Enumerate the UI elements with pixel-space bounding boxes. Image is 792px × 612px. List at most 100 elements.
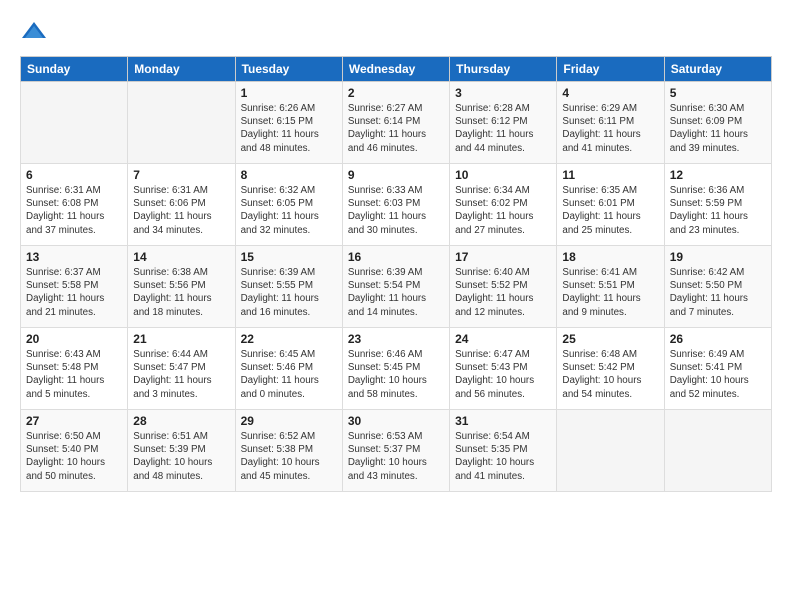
day-number: 6 <box>26 168 122 182</box>
day-number: 3 <box>455 86 551 100</box>
calendar-day-header: Tuesday <box>235 57 342 82</box>
calendar-cell: 21 Sunrise: 6:44 AM Sunset: 5:47 PM Dayli… <box>128 328 235 410</box>
calendar-cell: 13Sunrise: 6:37 AM Sunset: 5:58 PM Dayli… <box>21 246 128 328</box>
calendar-day-header: Thursday <box>450 57 557 82</box>
day-info: Sunrise: 6:43 AM Sunset: 5:48 PM Dayligh… <box>26 348 122 401</box>
day-number: 26 <box>670 332 766 346</box>
day-number: 28 <box>133 414 229 428</box>
day-info: Sunrise: 6:26 AM Sunset: 6:15 PM Dayligh… <box>241 102 337 155</box>
day-info: Sunrise: 6:27 AM Sunset: 6:14 PM Dayligh… <box>348 102 444 155</box>
calendar-day-header: Friday <box>557 57 664 82</box>
day-number: 1 <box>241 86 337 100</box>
day-info: Sunrise: 6:47 AM Sunset: 5:43 PM Dayligh… <box>455 348 551 401</box>
calendar-day-header: Sunday <box>21 57 128 82</box>
calendar-cell <box>128 82 235 164</box>
calendar-cell: 27 Sunrise: 6:50 AM Sunset: 5:40 PM Dayli… <box>21 410 128 492</box>
day-info: Sunrise: 6:35 AM Sunset: 6:01 PM Dayligh… <box>562 184 658 237</box>
calendar-cell: 26 Sunrise: 6:49 AM Sunset: 5:41 PM Dayli… <box>664 328 771 410</box>
calendar-cell: 6 Sunrise: 6:31 AM Sunset: 6:08 PM Daylig… <box>21 164 128 246</box>
day-number: 20 <box>26 332 122 346</box>
calendar-cell: 1 Sunrise: 6:26 AM Sunset: 6:15 PM Daylig… <box>235 82 342 164</box>
day-number: 29 <box>241 414 337 428</box>
calendar-cell: 24Sunrise: 6:47 AM Sunset: 5:43 PM Dayli… <box>450 328 557 410</box>
calendar-cell: 11 Sunrise: 6:35 AM Sunset: 6:01 PM Dayli… <box>557 164 664 246</box>
day-number: 19 <box>670 250 766 264</box>
day-number: 8 <box>241 168 337 182</box>
day-number: 12 <box>670 168 766 182</box>
day-info: Sunrise: 6:34 AM Sunset: 6:02 PM Dayligh… <box>455 184 551 237</box>
day-info: Sunrise: 6:44 AM Sunset: 5:47 PM Dayligh… <box>133 348 229 401</box>
calendar-cell: 3 Sunrise: 6:28 AM Sunset: 6:12 PM Daylig… <box>450 82 557 164</box>
calendar-week-row: 1 Sunrise: 6:26 AM Sunset: 6:15 PM Daylig… <box>21 82 772 164</box>
calendar-cell: 15 Sunrise: 6:39 AM Sunset: 5:55 PM Dayli… <box>235 246 342 328</box>
day-number: 30 <box>348 414 444 428</box>
logo <box>20 18 52 46</box>
day-info: Sunrise: 6:49 AM Sunset: 5:41 PM Dayligh… <box>670 348 766 401</box>
day-info: Sunrise: 6:37 AM Sunset: 5:58 PM Dayligh… <box>26 266 122 319</box>
day-number: 31 <box>455 414 551 428</box>
calendar-cell: 5 Sunrise: 6:30 AM Sunset: 6:09 PM Daylig… <box>664 82 771 164</box>
page-header <box>20 18 772 46</box>
day-info: Sunrise: 6:36 AM Sunset: 5:59 PM Dayligh… <box>670 184 766 237</box>
calendar-week-row: 13Sunrise: 6:37 AM Sunset: 5:58 PM Dayli… <box>21 246 772 328</box>
day-info: Sunrise: 6:31 AM Sunset: 6:06 PM Dayligh… <box>133 184 229 237</box>
calendar-week-row: 20 Sunrise: 6:43 AM Sunset: 5:48 PM Dayli… <box>21 328 772 410</box>
day-number: 5 <box>670 86 766 100</box>
logo-icon <box>20 18 48 46</box>
calendar-cell: 19 Sunrise: 6:42 AM Sunset: 5:50 PM Dayli… <box>664 246 771 328</box>
calendar-cell <box>664 410 771 492</box>
calendar-cell: 7 Sunrise: 6:31 AM Sunset: 6:06 PM Daylig… <box>128 164 235 246</box>
calendar-day-header: Saturday <box>664 57 771 82</box>
day-number: 9 <box>348 168 444 182</box>
day-number: 21 <box>133 332 229 346</box>
calendar-cell: 2 Sunrise: 6:27 AM Sunset: 6:14 PM Daylig… <box>342 82 449 164</box>
calendar-table: SundayMondayTuesdayWednesdayThursdayFrid… <box>20 56 772 492</box>
day-number: 11 <box>562 168 658 182</box>
calendar-cell: 16 Sunrise: 6:39 AM Sunset: 5:54 PM Dayli… <box>342 246 449 328</box>
day-info: Sunrise: 6:41 AM Sunset: 5:51 PM Dayligh… <box>562 266 658 319</box>
day-number: 14 <box>133 250 229 264</box>
calendar-day-header: Wednesday <box>342 57 449 82</box>
day-info: Sunrise: 6:46 AM Sunset: 5:45 PM Dayligh… <box>348 348 444 401</box>
day-number: 10 <box>455 168 551 182</box>
day-info: Sunrise: 6:50 AM Sunset: 5:40 PM Dayligh… <box>26 430 122 483</box>
day-number: 17 <box>455 250 551 264</box>
calendar-cell: 17Sunrise: 6:40 AM Sunset: 5:52 PM Dayli… <box>450 246 557 328</box>
day-number: 2 <box>348 86 444 100</box>
calendar-cell: 31 Sunrise: 6:54 AM Sunset: 5:35 PM Dayli… <box>450 410 557 492</box>
day-info: Sunrise: 6:42 AM Sunset: 5:50 PM Dayligh… <box>670 266 766 319</box>
calendar-cell: 29Sunrise: 6:52 AM Sunset: 5:38 PM Dayli… <box>235 410 342 492</box>
day-info: Sunrise: 6:30 AM Sunset: 6:09 PM Dayligh… <box>670 102 766 155</box>
day-info: Sunrise: 6:45 AM Sunset: 5:46 PM Dayligh… <box>241 348 337 401</box>
calendar-cell: 4 Sunrise: 6:29 AM Sunset: 6:11 PM Daylig… <box>557 82 664 164</box>
day-info: Sunrise: 6:31 AM Sunset: 6:08 PM Dayligh… <box>26 184 122 237</box>
day-number: 23 <box>348 332 444 346</box>
day-info: Sunrise: 6:51 AM Sunset: 5:39 PM Dayligh… <box>133 430 229 483</box>
day-info: Sunrise: 6:39 AM Sunset: 5:55 PM Dayligh… <box>241 266 337 319</box>
calendar-cell: 10 Sunrise: 6:34 AM Sunset: 6:02 PM Dayli… <box>450 164 557 246</box>
day-info: Sunrise: 6:39 AM Sunset: 5:54 PM Dayligh… <box>348 266 444 319</box>
day-number: 27 <box>26 414 122 428</box>
calendar-cell: 25Sunrise: 6:48 AM Sunset: 5:42 PM Dayli… <box>557 328 664 410</box>
day-info: Sunrise: 6:53 AM Sunset: 5:37 PM Dayligh… <box>348 430 444 483</box>
calendar-cell: 23 Sunrise: 6:46 AM Sunset: 5:45 PM Dayli… <box>342 328 449 410</box>
calendar-week-row: 6 Sunrise: 6:31 AM Sunset: 6:08 PM Daylig… <box>21 164 772 246</box>
day-info: Sunrise: 6:32 AM Sunset: 6:05 PM Dayligh… <box>241 184 337 237</box>
calendar-cell <box>21 82 128 164</box>
calendar-cell: 8 Sunrise: 6:32 AM Sunset: 6:05 PM Daylig… <box>235 164 342 246</box>
calendar-cell: 14 Sunrise: 6:38 AM Sunset: 5:56 PM Dayli… <box>128 246 235 328</box>
day-info: Sunrise: 6:54 AM Sunset: 5:35 PM Dayligh… <box>455 430 551 483</box>
calendar-cell: 18 Sunrise: 6:41 AM Sunset: 5:51 PM Dayli… <box>557 246 664 328</box>
day-info: Sunrise: 6:38 AM Sunset: 5:56 PM Dayligh… <box>133 266 229 319</box>
day-info: Sunrise: 6:28 AM Sunset: 6:12 PM Dayligh… <box>455 102 551 155</box>
day-info: Sunrise: 6:48 AM Sunset: 5:42 PM Dayligh… <box>562 348 658 401</box>
day-info: Sunrise: 6:33 AM Sunset: 6:03 PM Dayligh… <box>348 184 444 237</box>
calendar-cell: 28 Sunrise: 6:51 AM Sunset: 5:39 PM Dayli… <box>128 410 235 492</box>
day-number: 7 <box>133 168 229 182</box>
day-number: 16 <box>348 250 444 264</box>
day-number: 15 <box>241 250 337 264</box>
day-number: 18 <box>562 250 658 264</box>
day-info: Sunrise: 6:29 AM Sunset: 6:11 PM Dayligh… <box>562 102 658 155</box>
day-number: 4 <box>562 86 658 100</box>
calendar-cell: 22Sunrise: 6:45 AM Sunset: 5:46 PM Dayli… <box>235 328 342 410</box>
